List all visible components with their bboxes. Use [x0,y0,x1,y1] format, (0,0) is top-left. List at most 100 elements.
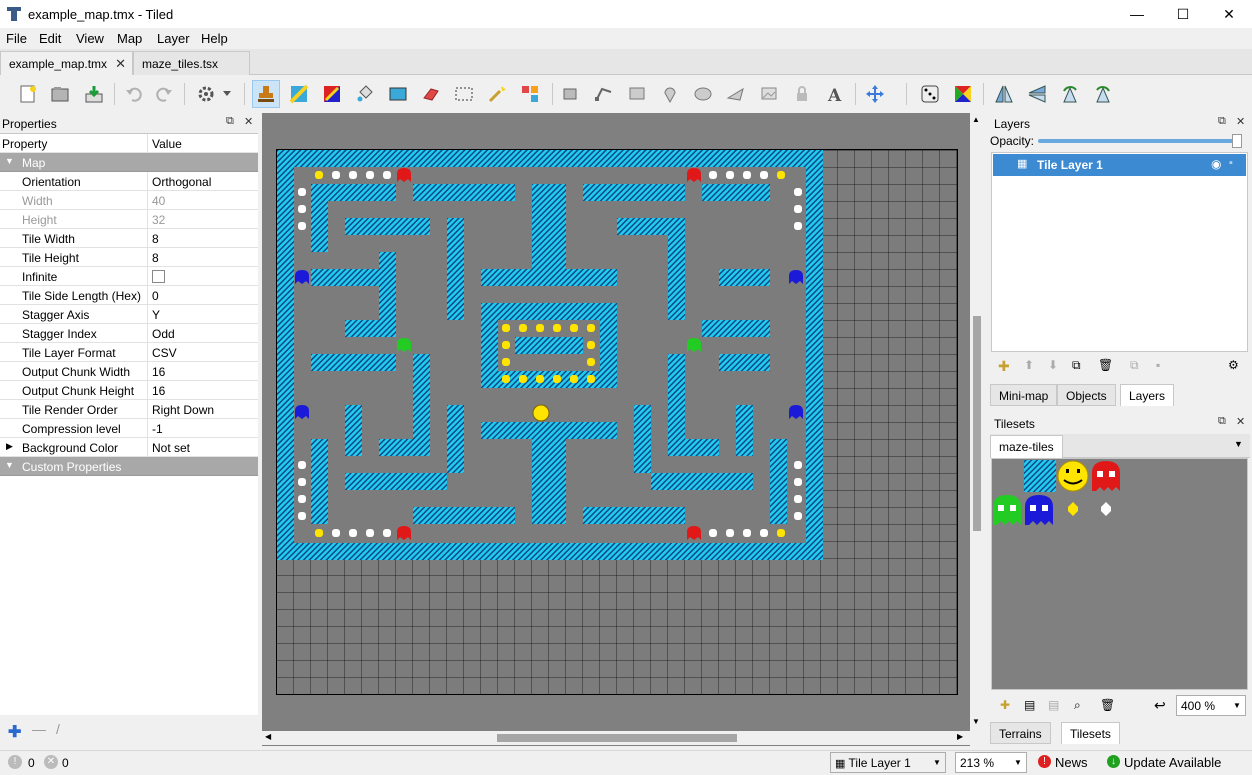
tile-green-ghost[interactable] [993,495,1021,525]
insert-text-icon[interactable]: A [821,80,849,108]
dynamic-wrapping-icon[interactable]: ↩ [1154,697,1166,714]
tab-tilesets[interactable]: Tilesets [1061,722,1120,744]
select-same-tile-icon[interactable] [516,80,544,108]
float-panel-icon[interactable]: ⧉ [1218,115,1226,128]
property-row[interactable]: Output Chunk Width 16 [0,362,258,381]
commands-gear-icon[interactable] [192,80,220,108]
property-row[interactable]: Stagger Index Odd [0,324,258,343]
tab-close-icon[interactable]: ✕ [115,56,126,72]
layer-menu-icon[interactable]: ⚙ [1228,358,1239,372]
property-value[interactable]: Odd [152,327,175,341]
property-value[interactable]: 0 [152,289,159,303]
magic-wand-icon[interactable] [483,80,511,108]
property-value[interactable]: Not set [152,441,190,455]
zoom-select[interactable]: 213 % ▼ [955,752,1027,773]
update-icon[interactable]: ↓ [1107,755,1120,768]
tab-objects[interactable]: Objects [1057,384,1116,406]
news-link[interactable]: News [1055,755,1088,770]
menu-edit[interactable]: Edit [39,31,61,46]
new-tileset-icon[interactable]: ✚ [1000,698,1010,712]
menu-map[interactable]: Map [117,31,142,46]
map-canvas[interactable] [276,149,958,695]
property-row[interactable]: Compression level -1 [0,419,258,438]
insert-template-icon[interactable] [788,80,816,108]
maximize-button[interactable]: ☐ [1160,0,1206,28]
layer-row-tile-layer-1[interactable]: ▦ Tile Layer 1 ◉ ▪ [993,154,1246,176]
menu-layer[interactable]: Layer [157,31,190,46]
layer-list[interactable]: ▦ Tile Layer 1 ◉ ▪ [991,152,1248,352]
close-panel-icon[interactable]: ✕ [244,115,253,128]
tab-terrains[interactable]: Terrains [990,722,1051,744]
undo-icon[interactable] [120,80,148,108]
property-row[interactable]: Tile Height 8 [0,248,258,267]
vertical-scroll-thumb[interactable] [973,316,981,531]
edit-tileset-icon[interactable]: ⌕ [1074,698,1081,713]
scroll-right-icon[interactable]: ▶ [957,732,963,741]
edit-polygons-icon[interactable] [590,80,618,108]
tileset-tab-dropdown-icon[interactable]: ▼ [1234,439,1243,449]
property-value[interactable]: -1 [152,422,163,436]
scroll-down-icon[interactable]: ▼ [972,717,980,726]
add-property-icon[interactable]: ✚ [8,722,21,742]
rectangular-select-icon[interactable] [450,80,478,108]
tile-white-pellet[interactable] [1101,502,1111,516]
vertical-scrollbar[interactable]: ▲ ▼ [970,113,984,746]
remove-tileset-icon[interactable]: 🗑 [1100,698,1115,712]
property-row[interactable]: ▶ Background Color Not set [0,438,258,457]
select-objects-icon[interactable] [557,80,585,108]
infinite-checkbox[interactable] [152,270,165,283]
property-value[interactable]: 8 [152,232,159,246]
news-alert-icon[interactable]: ! [1038,755,1051,768]
warning-icon[interactable]: ! [8,755,22,769]
property-row[interactable]: Tile Side Length (Hex) 0 [0,286,258,305]
embed-tileset-icon[interactable]: ▤ [1024,698,1035,712]
tile-wall[interactable] [1024,460,1056,492]
property-value[interactable]: 16 [152,365,165,379]
insert-rectangle-icon[interactable] [623,80,651,108]
close-panel-icon[interactable]: ✕ [1236,415,1245,428]
opacity-slider-handle[interactable] [1232,134,1242,148]
zoom-value[interactable]: 213 % [960,756,994,770]
property-row[interactable]: Height 32 [0,210,258,229]
collapsed-arrow-icon[interactable]: ▶ [6,441,13,452]
rotate-right-icon[interactable] [1089,80,1117,108]
raise-layer-icon[interactable]: ⬆ [1024,358,1034,372]
new-layer-icon[interactable]: ✚ [998,358,1010,375]
flip-horizontal-icon[interactable] [990,80,1018,108]
tab-maze-tiles[interactable]: maze-tiles [990,435,1063,458]
rotate-left-icon[interactable] [1056,80,1084,108]
property-value[interactable]: 40 [152,194,165,208]
property-value[interactable]: Right Down [152,403,214,417]
close-panel-icon[interactable]: ✕ [1236,115,1245,128]
horizontal-scroll-thumb[interactable] [497,734,737,742]
duplicate-layer-icon[interactable]: ⧉ [1072,358,1081,373]
tileset-tiles[interactable] [992,459,1132,529]
menu-help[interactable]: Help [201,31,228,46]
tileset-view[interactable] [991,458,1248,690]
tab-maze-tiles[interactable]: maze_tiles.tsx [133,51,250,75]
tile-red-ghost[interactable] [1092,461,1120,491]
tileset-zoom-select[interactable]: 400 % ▼ [1176,695,1246,716]
random-mode-dice-icon[interactable] [916,80,944,108]
new-file-icon[interactable] [14,80,42,108]
property-row[interactable]: Tile Render Order Right Down [0,400,258,419]
move-arrows-icon[interactable] [861,80,889,108]
open-file-icon[interactable] [46,80,74,108]
property-row[interactable]: Width 40 [0,191,258,210]
error-icon[interactable]: ✕ [44,755,58,769]
wang-fill-mode-icon[interactable] [949,80,977,108]
export-tileset-icon[interactable]: ▤ [1048,698,1059,712]
insert-point-icon[interactable] [656,80,684,108]
insert-polygon-icon[interactable] [722,80,750,108]
scroll-left-icon[interactable]: ◀ [265,732,271,741]
maze-tile-layer[interactable] [277,150,823,560]
tile-smiley[interactable] [1057,460,1089,492]
menu-view[interactable]: View [76,31,104,46]
horizontal-scrollbar[interactable]: ◀ ▶ [262,731,970,745]
visibility-eye-icon[interactable]: ◉ [1211,157,1221,171]
merge-layer-icon[interactable]: ⧉ [1130,358,1139,373]
redo-icon[interactable] [150,80,178,108]
delete-layer-icon[interactable]: 🗑 [1098,358,1113,372]
property-row[interactable]: Tile Layer Format CSV [0,343,258,362]
rename-property-icon[interactable]: / [56,721,60,737]
